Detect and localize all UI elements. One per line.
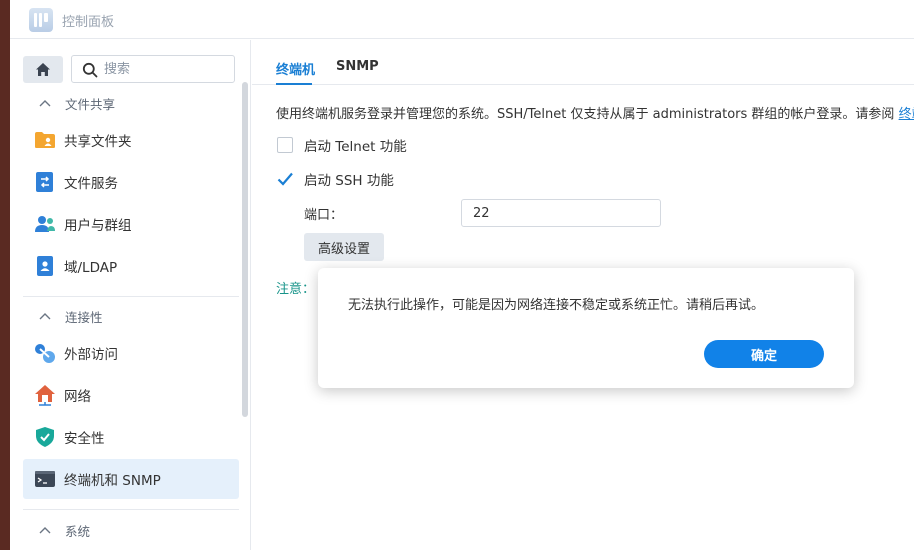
sidebar: 文件共享 共享文件夹 文件服务 用户与群组 域/LDAP — [10, 40, 251, 550]
sidebar-item-label: 用户与群组 — [64, 218, 132, 234]
sidebar-item-external-access[interactable]: 外部访问 — [23, 333, 239, 373]
help-link[interactable]: 终端 — [899, 107, 914, 122]
chevron-up-icon — [39, 313, 51, 320]
sidebar-item-security[interactable]: 安全性 — [23, 417, 239, 457]
ssh-checkbox[interactable] — [277, 171, 293, 187]
chevron-up-icon — [39, 100, 51, 107]
chevron-up-icon — [39, 527, 51, 534]
group-header-connectivity[interactable]: 连接性 — [23, 302, 239, 330]
shield-icon — [34, 426, 56, 448]
sidebar-item-network[interactable]: 网络 — [23, 375, 239, 415]
home-button[interactable] — [23, 56, 63, 83]
title-bar: 控制面板 — [10, 0, 914, 39]
domain-ldap-icon — [34, 255, 56, 277]
group-label: 连接性 — [65, 309, 103, 325]
sidebar-divider — [23, 509, 239, 510]
sidebar-item-shared-folder[interactable]: 共享文件夹 — [23, 120, 239, 160]
checkmark-icon — [277, 172, 293, 186]
description-text: 使用终端机服务登录并管理您的系统。SSH/Telnet 仅支持从属于 admin… — [276, 107, 895, 122]
sidebar-item-label: 安全性 — [64, 431, 105, 447]
ok-button[interactable]: 确定 — [704, 340, 824, 368]
active-tab-indicator — [276, 83, 312, 85]
advanced-settings-button[interactable]: 高级设置 — [304, 233, 384, 261]
sidebar-item-file-services[interactable]: 文件服务 — [23, 162, 239, 202]
port-label: 端口： — [304, 208, 344, 223]
tab-terminal[interactable]: 终端机 — [276, 59, 315, 78]
sidebar-item-label: 网络 — [64, 389, 91, 405]
sidebar-scrollbar[interactable] — [242, 82, 248, 417]
sidebar-item-users-groups[interactable]: 用户与群组 — [23, 204, 239, 244]
telnet-checkbox[interactable] — [277, 137, 293, 153]
dialog-message: 无法执行此操作，可能是因为网络连接不稳定或系统正忙。请稍后再试。 — [348, 298, 765, 313]
note-label: 注意： — [276, 282, 316, 297]
sidebar-item-label: 外部访问 — [64, 347, 118, 363]
sidebar-item-label: 终端机和 SNMP — [64, 473, 161, 489]
telnet-label: 启动 Telnet 功能 — [304, 139, 407, 155]
search-input[interactable] — [104, 60, 224, 78]
error-dialog: 无法执行此操作，可能是因为网络连接不稳定或系统正忙。请稍后再试。 确定 — [318, 268, 854, 388]
terminal-description: 使用终端机服务登录并管理您的系统。SSH/Telnet 仅支持从属于 admin… — [276, 103, 914, 122]
tab-snmp[interactable]: SNMP — [336, 59, 379, 74]
ssh-label: 启动 SSH 功能 — [304, 173, 394, 189]
network-house-icon — [34, 384, 56, 406]
control-panel-app-icon — [29, 8, 53, 32]
shared-folder-icon — [34, 129, 56, 151]
sidebar-item-terminal-snmp[interactable]: 终端机和 SNMP — [23, 459, 239, 499]
telnet-option[interactable]: 启动 Telnet 功能 — [277, 135, 407, 155]
group-header-file-sharing[interactable]: 文件共享 — [23, 89, 239, 117]
sidebar-item-label: 文件服务 — [64, 176, 118, 192]
terminal-icon — [34, 468, 56, 490]
file-services-icon — [34, 171, 56, 193]
group-label: 系统 — [65, 523, 91, 539]
sidebar-item-domain-ldap[interactable]: 域/LDAP — [23, 246, 239, 286]
sidebar-divider — [23, 296, 239, 297]
search-icon — [82, 62, 98, 78]
home-icon — [36, 63, 50, 76]
tab-bar: 终端机 SNMP — [252, 40, 914, 85]
port-input[interactable] — [461, 199, 661, 227]
sidebar-item-label: 域/LDAP — [64, 260, 118, 276]
users-group-icon — [34, 213, 56, 235]
ssh-option[interactable]: 启动 SSH 功能 — [277, 169, 394, 189]
sidebar-item-label: 共享文件夹 — [64, 134, 132, 150]
group-label: 文件共享 — [65, 96, 116, 112]
window-title: 控制面板 — [62, 15, 115, 30]
external-access-icon — [34, 342, 56, 364]
search-box[interactable] — [71, 55, 235, 83]
group-header-system[interactable]: 系统 — [23, 516, 239, 544]
